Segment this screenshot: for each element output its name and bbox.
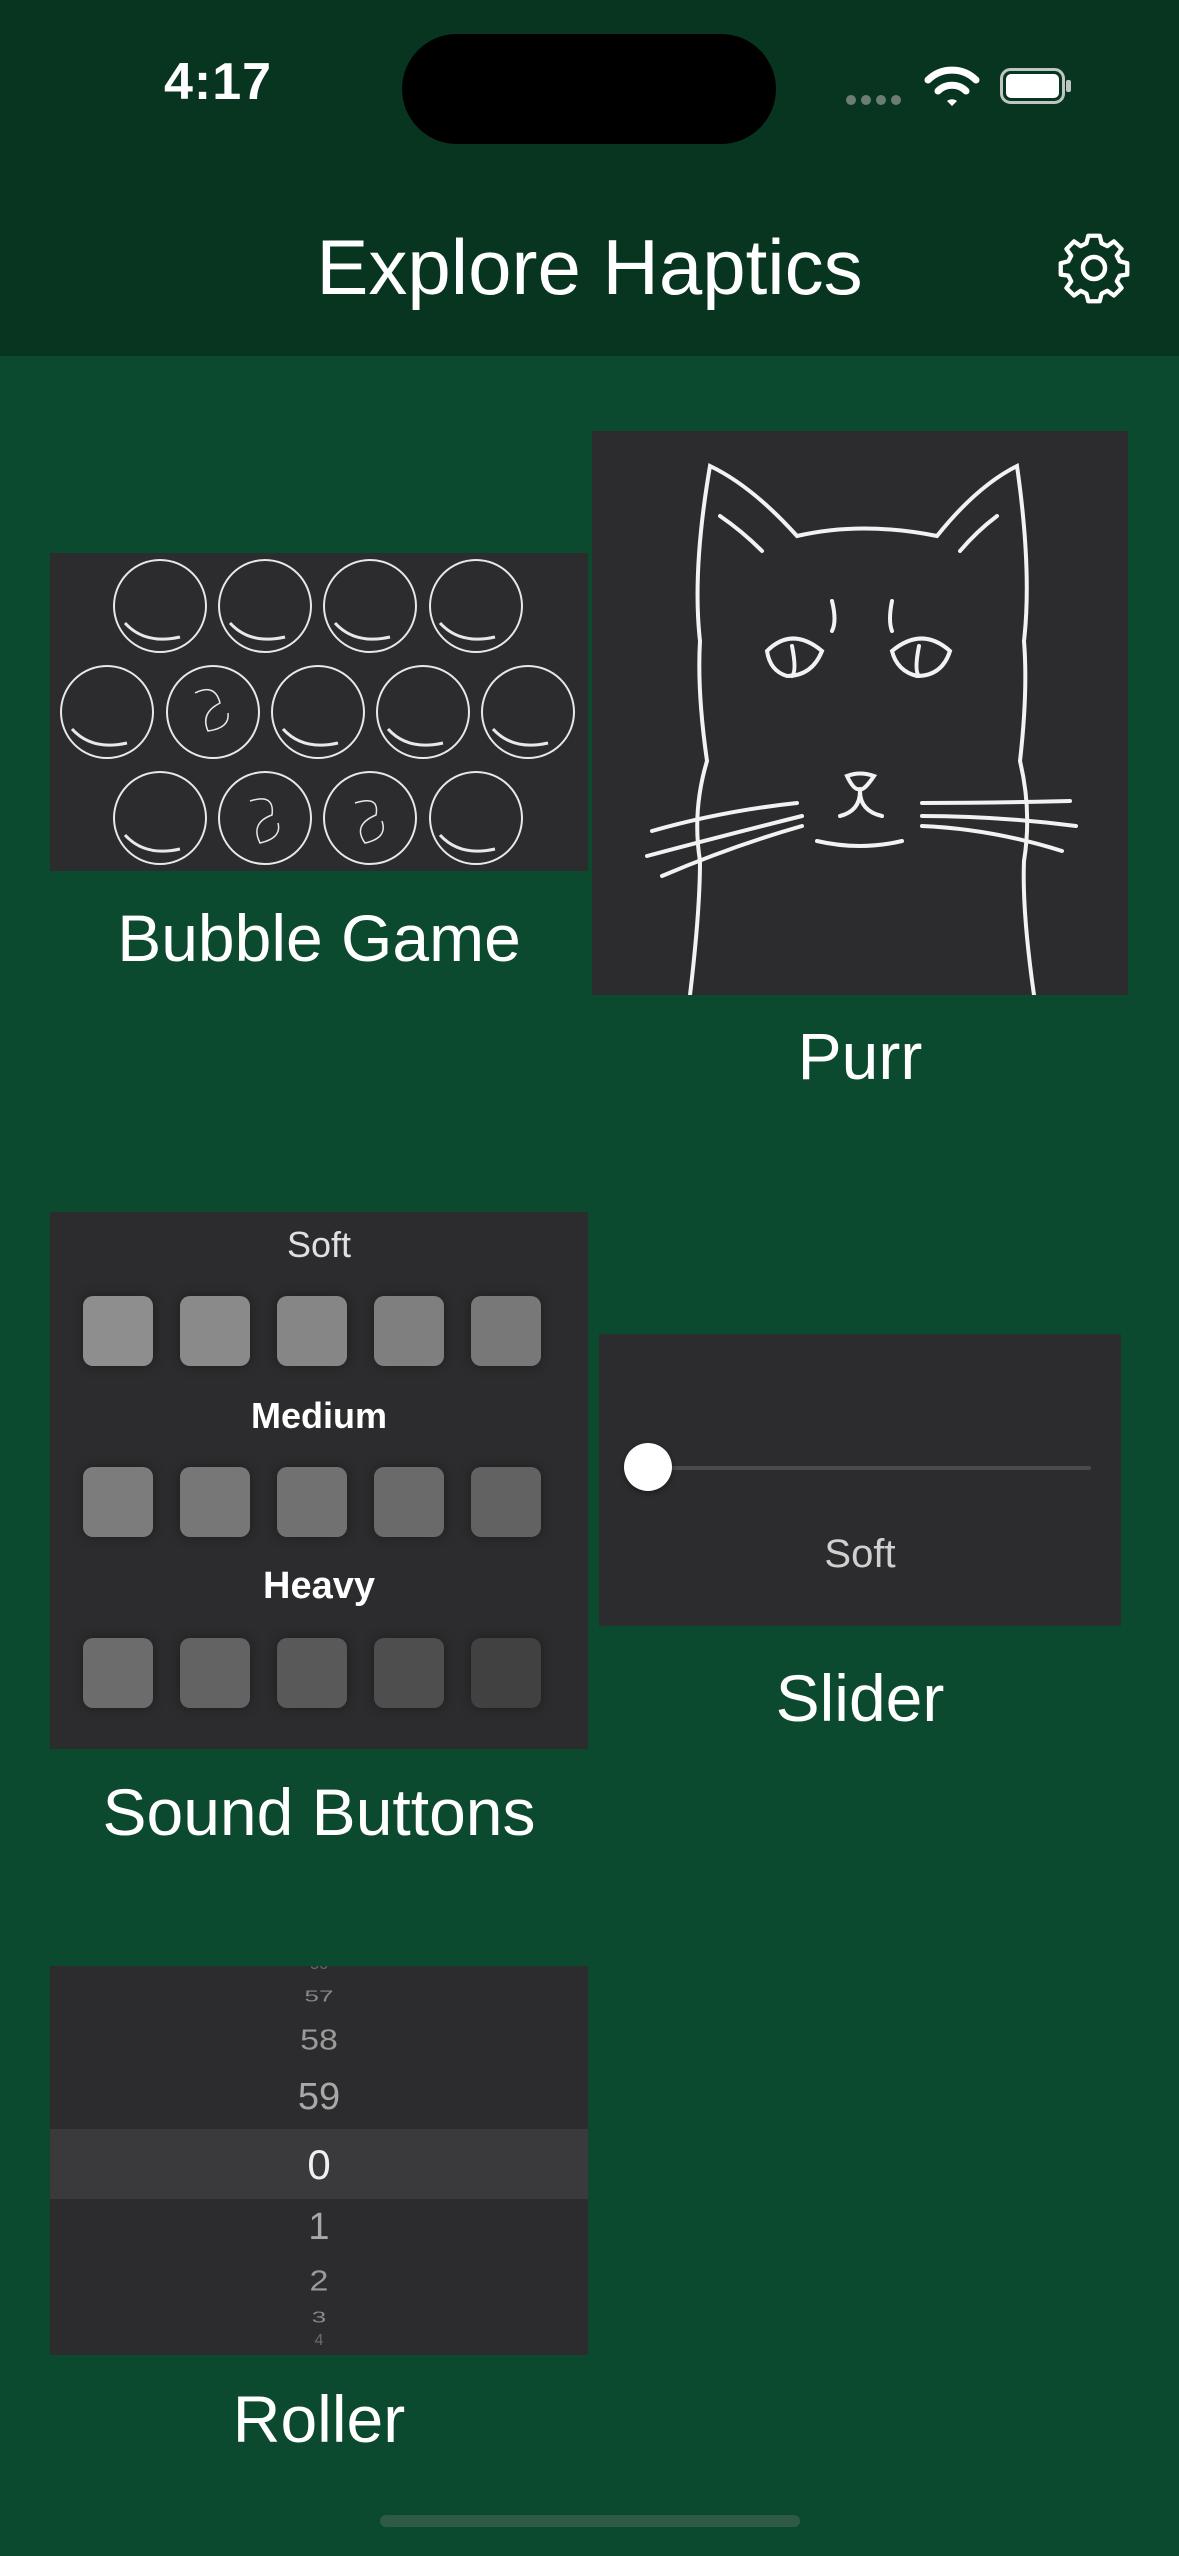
cat-illustration <box>645 462 1078 995</box>
sound-buttons-label: Sound Buttons <box>102 1775 536 1849</box>
roller-item[interactable]: 4 <box>50 2332 588 2350</box>
slider-card[interactable]: Soft <box>599 1334 1121 1626</box>
heavy-sound-button[interactable] <box>374 1638 444 1708</box>
heavy-sound-button[interactable] <box>180 1638 250 1708</box>
roller-item[interactable]: 1 <box>50 2206 588 2249</box>
heavy-row-label: Heavy <box>263 1565 375 1607</box>
heavy-sound-button[interactable] <box>471 1638 541 1708</box>
medium-sound-button[interactable] <box>83 1467 153 1537</box>
roller-card[interactable]: 56 57 58 59 0 1 2 3 4 <box>50 1966 588 2355</box>
purr-label: Purr <box>797 1019 923 1093</box>
status-bar: 4:17 <box>0 0 1179 150</box>
heavy-sound-button[interactable] <box>83 1638 153 1708</box>
slider-label: Slider <box>775 1661 945 1735</box>
roller-selected-value[interactable]: 0 <box>50 2141 588 2189</box>
soft-sound-button[interactable] <box>277 1296 347 1366</box>
bubble-game-label: Bubble Game <box>117 901 521 975</box>
sound-buttons-card[interactable]: Soft Medium Heavy <box>50 1212 588 1749</box>
purr-card[interactable] <box>592 431 1128 995</box>
slider-track[interactable] <box>639 1466 1091 1470</box>
status-time: 4:17 <box>164 53 273 111</box>
cellular-signal-icon <box>846 92 906 110</box>
roller-item[interactable]: 56 <box>50 1966 588 1974</box>
bubble-game-card[interactable] <box>50 553 588 871</box>
roller-label: Roller <box>232 2382 406 2456</box>
roller-item[interactable]: 58 <box>50 2024 588 2057</box>
wifi-icon <box>924 66 980 106</box>
roller-item[interactable]: 2 <box>50 2265 588 2298</box>
heavy-sound-button[interactable] <box>277 1638 347 1708</box>
gear-icon[interactable] <box>1054 228 1134 308</box>
slider-value-label: Soft <box>824 1532 896 1576</box>
medium-sound-button[interactable] <box>374 1467 444 1537</box>
home-indicator[interactable] <box>380 2515 800 2527</box>
soft-sound-button[interactable] <box>180 1296 250 1366</box>
soft-row-label: Soft <box>286 1224 352 1265</box>
medium-sound-button[interactable] <box>180 1467 250 1537</box>
roller-item[interactable]: 59 <box>50 2076 588 2119</box>
medium-sound-button[interactable] <box>277 1467 347 1537</box>
medium-row-label: Medium <box>250 1395 387 1436</box>
bubbles-illustration <box>60 559 575 865</box>
soft-sound-button[interactable] <box>471 1296 541 1366</box>
slider-knob[interactable] <box>624 1443 672 1491</box>
page-title: Explore Haptics <box>316 223 863 311</box>
soft-sound-button[interactable] <box>83 1296 153 1366</box>
soft-sound-button[interactable] <box>374 1296 444 1366</box>
roller-item[interactable]: 57 <box>50 1987 588 2006</box>
roller-item[interactable]: 3 <box>50 2308 588 2327</box>
dynamic-island <box>402 34 776 144</box>
battery-icon <box>1000 68 1071 104</box>
medium-sound-button[interactable] <box>471 1467 541 1537</box>
